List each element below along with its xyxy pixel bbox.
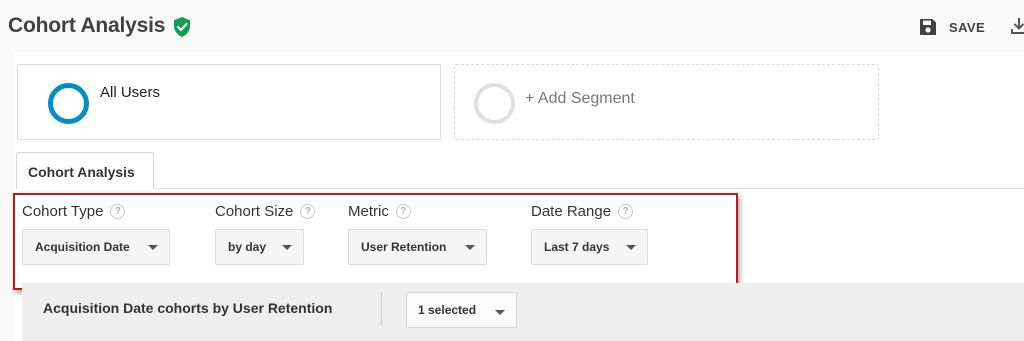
cohort-type-label-text: Cohort Type [22,203,104,220]
tab-label: Cohort Analysis [28,164,135,180]
cohort-type-value: Acquisition Date [35,240,130,254]
save-label: SAVE [949,19,986,35]
table-header-divider [381,292,382,326]
cohort-size-value: by day [228,240,267,254]
page-title: Cohort Analysis [8,14,166,37]
date-range-dropdown[interactable]: Last 7 days [531,229,648,265]
chevron-down-icon [148,245,158,250]
segment-ring-icon [48,83,89,124]
table-title: Acquisition Date cohorts by User Retenti… [43,300,333,316]
save-button[interactable]: SAVE [919,16,985,38]
cohort-size-label: Cohort Size ? [215,203,316,220]
help-icon[interactable]: ? [110,204,126,219]
help-icon[interactable]: ? [395,204,411,219]
chevron-down-icon [282,245,292,250]
help-icon[interactable]: ? [300,204,316,219]
metric-label-text: Metric [348,203,389,220]
download-icon[interactable] [1010,17,1024,35]
selection-dropdown[interactable]: 1 selected [406,292,517,328]
cohort-type-dropdown[interactable]: Acquisition Date [22,229,170,265]
page-header: Cohort Analysis SAVE [0,0,1024,52]
shield-check-icon [174,17,190,37]
add-segment-button[interactable]: + Add Segment [454,64,879,140]
date-range-label: Date Range ? [531,203,634,220]
metric-value: User Retention [361,240,447,254]
segment-all-users[interactable]: All Users [17,64,441,140]
tab-cohort-analysis[interactable]: Cohort Analysis [16,152,154,189]
add-segment-label: + Add Segment [525,90,635,107]
cohort-size-label-text: Cohort Size [215,203,294,220]
segment-label: All Users [100,84,161,101]
date-range-value: Last 7 days [544,240,610,254]
chevron-down-icon [465,245,475,250]
date-range-label-text: Date Range [531,203,612,220]
help-icon[interactable]: ? [618,204,634,219]
cohort-type-label: Cohort Type ? [22,203,126,220]
segment-ring-icon [474,83,515,124]
metric-label: Metric ? [348,203,411,220]
tab-divider [154,188,1024,189]
floppy-disk-icon [920,19,936,35]
selection-value: 1 selected [418,303,477,317]
metric-dropdown[interactable]: User Retention [348,229,487,265]
cohort-size-dropdown[interactable]: by day [215,229,304,265]
chevron-down-icon [495,310,505,315]
chevron-down-icon [626,245,636,250]
